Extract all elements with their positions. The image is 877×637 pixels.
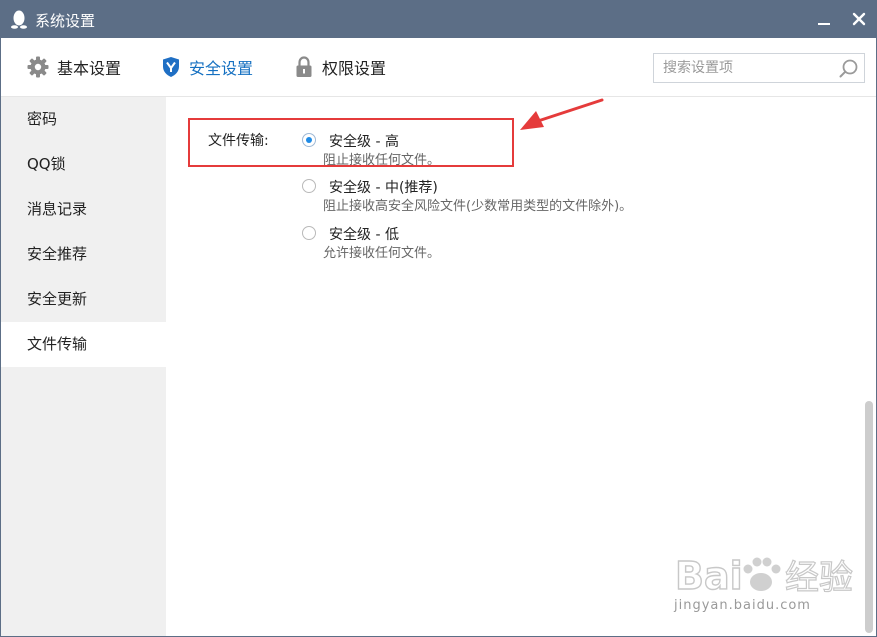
search-box <box>653 53 865 83</box>
option-label: 安全级 - 低 <box>329 227 399 243</box>
content-scrollbar[interactable] <box>861 97 876 636</box>
tab-basic-settings[interactable]: 基本设置 <box>27 55 121 79</box>
lock-icon <box>296 56 312 77</box>
search-icon[interactable] <box>838 58 860 80</box>
sidebar-item-security-recommend[interactable]: 安全推荐 <box>1 232 166 277</box>
shield-icon <box>163 57 179 77</box>
sidebar-item-message-history[interactable]: 消息记录 <box>1 187 166 232</box>
annotation-highlight-box <box>188 118 514 167</box>
svg-text:经验: 经验 <box>785 558 853 598</box>
sidebar-item-file-transfer[interactable]: 文件传输 <box>1 322 166 367</box>
search-input[interactable] <box>654 54 839 82</box>
option-label: 安全级 - 中(推荐) <box>329 180 438 196</box>
window-title: 系统设置 <box>35 12 96 30</box>
settings-toolbar: 基本设置 安全设置 权限设置 <box>1 38 876 97</box>
penguin-logo-icon <box>11 10 27 29</box>
sidebar-item-label: 消息记录 <box>27 200 88 218</box>
tab-security-label: 安全设置 <box>189 59 254 78</box>
gear-icon <box>27 56 49 78</box>
tab-security-settings[interactable]: 安全设置 <box>161 55 253 79</box>
sidebar-item-label: 安全推荐 <box>27 245 88 263</box>
tab-permission-label: 权限设置 <box>322 59 387 78</box>
close-button[interactable] <box>846 7 872 33</box>
scrollbar-thumb[interactable] <box>865 401 873 633</box>
settings-window: 系统设置 基本设置 安全设置 权限设置 搜索设置项 密码 QQ锁 消息记录 安全… <box>0 0 877 637</box>
radio-security-medium[interactable] <box>302 179 316 193</box>
sidebar-item-label: QQ锁 <box>27 155 66 173</box>
watermark-url: jingyan.baidu.com <box>674 598 811 613</box>
option-description: 允许接收任何文件。 <box>323 246 441 261</box>
baidu-jingyan-watermark: Bai 经验 jingyan.baidu.com <box>673 541 863 626</box>
sidebar-item-label: 密码 <box>27 110 58 128</box>
sidebar-item-password[interactable]: 密码 <box>1 97 166 142</box>
minimize-button[interactable] <box>811 7 837 33</box>
radio-security-low[interactable] <box>302 226 316 240</box>
sidebar-item-label: 安全更新 <box>27 290 88 308</box>
tab-permission-settings[interactable]: 权限设置 <box>294 55 386 79</box>
baidu-paw-logo-icon: Bai 经验 <box>674 553 853 598</box>
tab-basic-label: 基本设置 <box>57 59 122 78</box>
sidebar: 密码 QQ锁 消息记录 安全推荐 安全更新 文件传输 <box>1 97 166 636</box>
svg-text:Bai: Bai <box>675 554 743 598</box>
option-description: 阻止接收高安全风险文件(少数常用类型的文件除外)。 <box>323 199 633 214</box>
sidebar-item-qq-lock[interactable]: QQ锁 <box>1 142 166 187</box>
sidebar-item-security-update[interactable]: 安全更新 <box>1 277 166 322</box>
annotation-arrow-icon <box>520 98 604 130</box>
sidebar-item-label: 文件传输 <box>27 335 88 353</box>
title-bar: 系统设置 <box>1 1 876 38</box>
